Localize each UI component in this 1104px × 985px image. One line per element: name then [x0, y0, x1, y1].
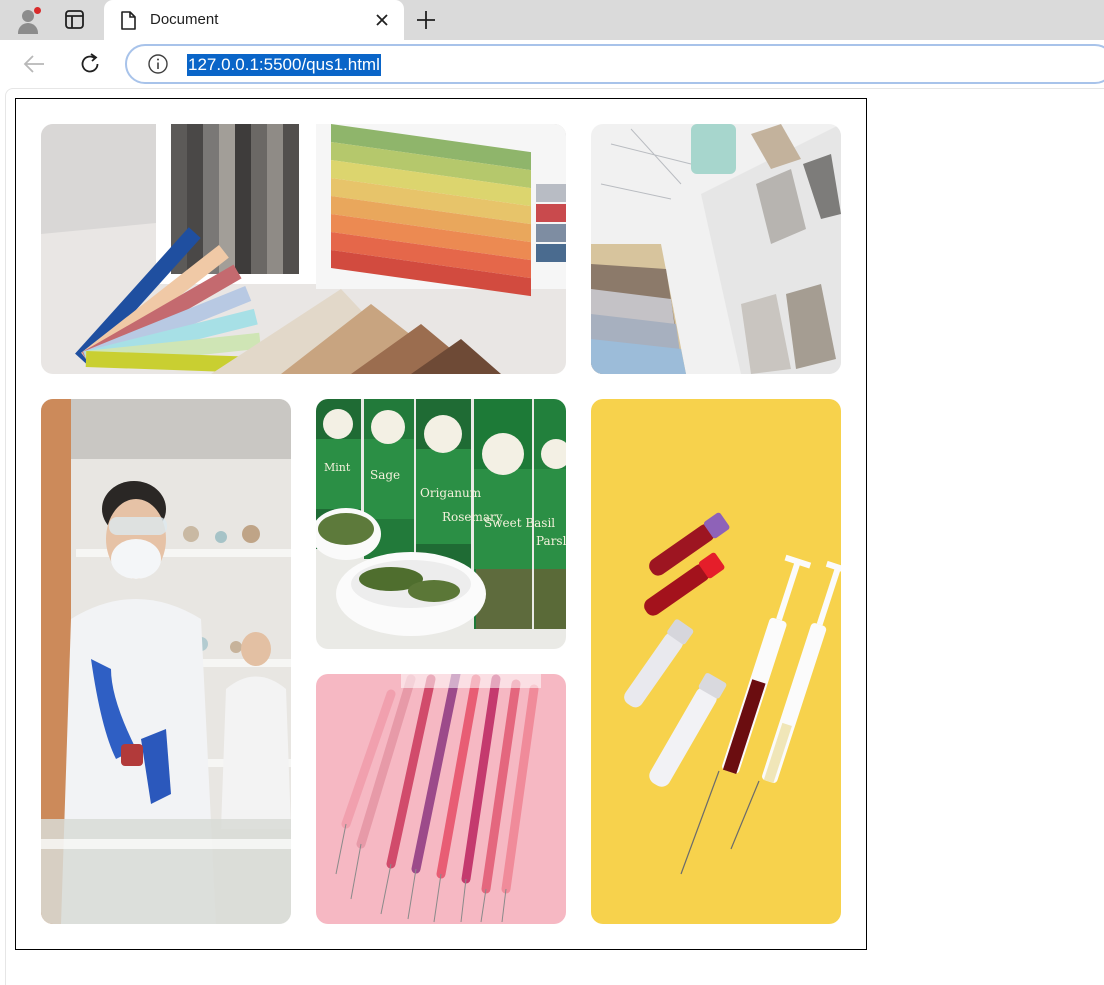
material-samples-image [591, 124, 841, 374]
browser-tab[interactable]: Document [104, 0, 404, 40]
tab-title: Document [150, 11, 219, 28]
back-arrow-icon[interactable] [22, 52, 48, 76]
jar-label-sweet-basil: Sweet Basil [484, 516, 555, 530]
tab-strip: Document [0, 0, 1104, 40]
jar-label-sage: Sage [370, 468, 400, 482]
navigation-toolbar: 127.0.0.1:5500/qus1.html [0, 40, 1104, 88]
profile-badge [33, 6, 42, 15]
address-bar[interactable]: 127.0.0.1:5500/qus1.html [125, 44, 1104, 84]
plus-icon[interactable] [414, 8, 438, 32]
fabric-swatches-image [41, 124, 566, 374]
document-icon [120, 11, 136, 35]
spice-jars-image: Mint Sage Origanum Rosemary Sweet Basil … [316, 399, 566, 649]
profile-avatar-icon[interactable] [14, 6, 42, 34]
pink-syringes-image [316, 674, 566, 924]
image-gallery: Mint Sage Origanum Rosemary Sweet Basil … [15, 98, 867, 950]
tab-actions-icon[interactable] [62, 8, 88, 32]
info-icon[interactable] [147, 53, 169, 75]
blood-samples-image [591, 399, 841, 924]
jar-label-origanum: Origanum [420, 486, 482, 500]
close-icon[interactable] [372, 10, 392, 30]
jar-label-mint: Mint [324, 461, 351, 474]
lab-scientist-image [41, 399, 291, 924]
jar-label-parsley: Parsley [536, 534, 566, 548]
url-text[interactable]: 127.0.0.1:5500/qus1.html [187, 54, 381, 76]
reload-icon[interactable] [77, 51, 103, 77]
